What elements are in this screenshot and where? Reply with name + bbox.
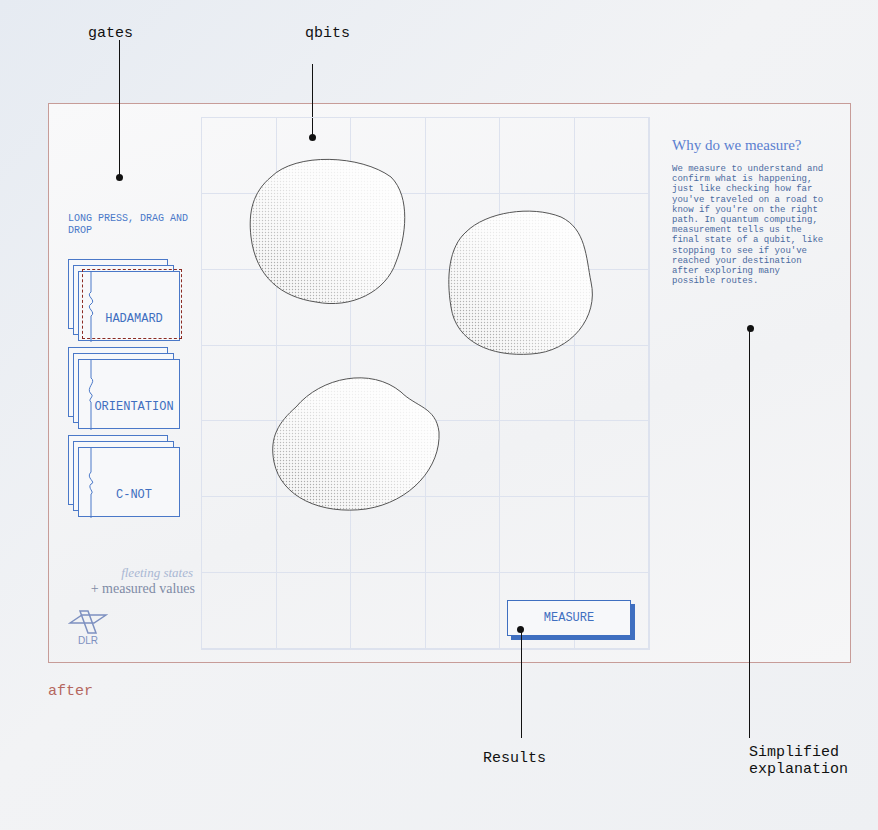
app-frame: LONG PRESS, DRAG AND DROP HADAMARD ORIENTA… bbox=[48, 103, 851, 663]
gates-annotation: gates bbox=[88, 24, 133, 42]
dlr-logo: DLR bbox=[68, 609, 201, 646]
gate-front[interactable]: C-NOT bbox=[78, 447, 180, 517]
gate-card[interactable]: HADAMARD bbox=[68, 259, 180, 341]
grid-cell bbox=[500, 421, 575, 497]
wave-icon bbox=[81, 272, 101, 342]
measure-button[interactable]: MEASURE bbox=[507, 600, 631, 636]
logo-text: DLR bbox=[68, 635, 98, 646]
annotation-label: gates bbox=[88, 25, 133, 42]
grid-cell bbox=[575, 118, 650, 194]
leader-line bbox=[119, 40, 120, 176]
results-annotation: Results bbox=[483, 630, 563, 770]
qubit-icon[interactable] bbox=[449, 211, 593, 354]
grid-cell bbox=[202, 421, 277, 497]
qubit-icon[interactable] bbox=[250, 159, 405, 303]
gate-front[interactable]: HADAMARD bbox=[78, 271, 180, 341]
grid-cell bbox=[426, 346, 501, 422]
qubit-icon[interactable] bbox=[273, 378, 439, 510]
page: gates qbits LONG PRESS, DRAG AND DROP HADAM… bbox=[0, 0, 878, 830]
grid-cell bbox=[426, 118, 501, 194]
leader-dot bbox=[309, 134, 316, 141]
gate-front[interactable]: ORIENTATION bbox=[78, 359, 180, 429]
tagline: fleeting states+ measured values bbox=[68, 565, 201, 597]
annotation-label: Simplified explanation bbox=[749, 744, 859, 778]
grid-cell bbox=[500, 346, 575, 422]
qubit-canvas[interactable]: MEASURE bbox=[201, 117, 650, 650]
tagline-measured: + measured values bbox=[68, 581, 195, 597]
leader-line bbox=[521, 630, 522, 738]
gate-label: HADAMARD bbox=[95, 312, 163, 326]
grid-cell bbox=[575, 497, 650, 573]
dlr-logo-icon bbox=[68, 609, 108, 635]
drag-hint: LONG PRESS, DRAG AND DROP bbox=[68, 213, 198, 237]
grid-cell bbox=[575, 346, 650, 422]
annotation-label: Results bbox=[483, 750, 546, 767]
wave-icon bbox=[81, 448, 101, 518]
leader-dot bbox=[116, 174, 123, 181]
gate-card[interactable]: C-NOT bbox=[68, 435, 180, 517]
grid-cell bbox=[575, 421, 650, 497]
gate-label: C-NOT bbox=[106, 488, 152, 502]
gate-list: HADAMARD ORIENTATION C-NOT bbox=[68, 259, 201, 517]
grid-cell bbox=[202, 270, 277, 346]
gate-card[interactable]: ORIENTATION bbox=[68, 347, 180, 429]
tagline-fleeting: fleeting states bbox=[68, 565, 193, 581]
selection-outline bbox=[82, 269, 182, 339]
qubit-layer bbox=[201, 117, 650, 650]
grid-cell bbox=[202, 573, 277, 649]
grid-cell bbox=[500, 497, 575, 573]
gate-label: ORIENTATION bbox=[84, 400, 173, 414]
leader-line bbox=[312, 64, 313, 136]
grid-cell bbox=[426, 497, 501, 573]
grid-cell bbox=[426, 573, 501, 649]
caption: after bbox=[48, 683, 878, 700]
leader-line bbox=[749, 328, 750, 738]
qbits-annotation: qbits bbox=[305, 24, 350, 42]
explanation-panel: Why do we measure? We measure to understa… bbox=[650, 117, 850, 650]
explanation-body: We measure to understand and confirm wha… bbox=[672, 164, 824, 286]
grid-cell bbox=[351, 573, 426, 649]
gate-panel: LONG PRESS, DRAG AND DROP HADAMARD ORIENTA… bbox=[49, 117, 201, 650]
grid-cell bbox=[277, 573, 352, 649]
grid-cell bbox=[500, 118, 575, 194]
explanation-title: Why do we measure? bbox=[672, 137, 836, 154]
grid-cell bbox=[202, 497, 277, 573]
wave-icon bbox=[81, 360, 101, 430]
annotation-label: qbits bbox=[305, 25, 350, 42]
grid-cell bbox=[202, 346, 277, 422]
